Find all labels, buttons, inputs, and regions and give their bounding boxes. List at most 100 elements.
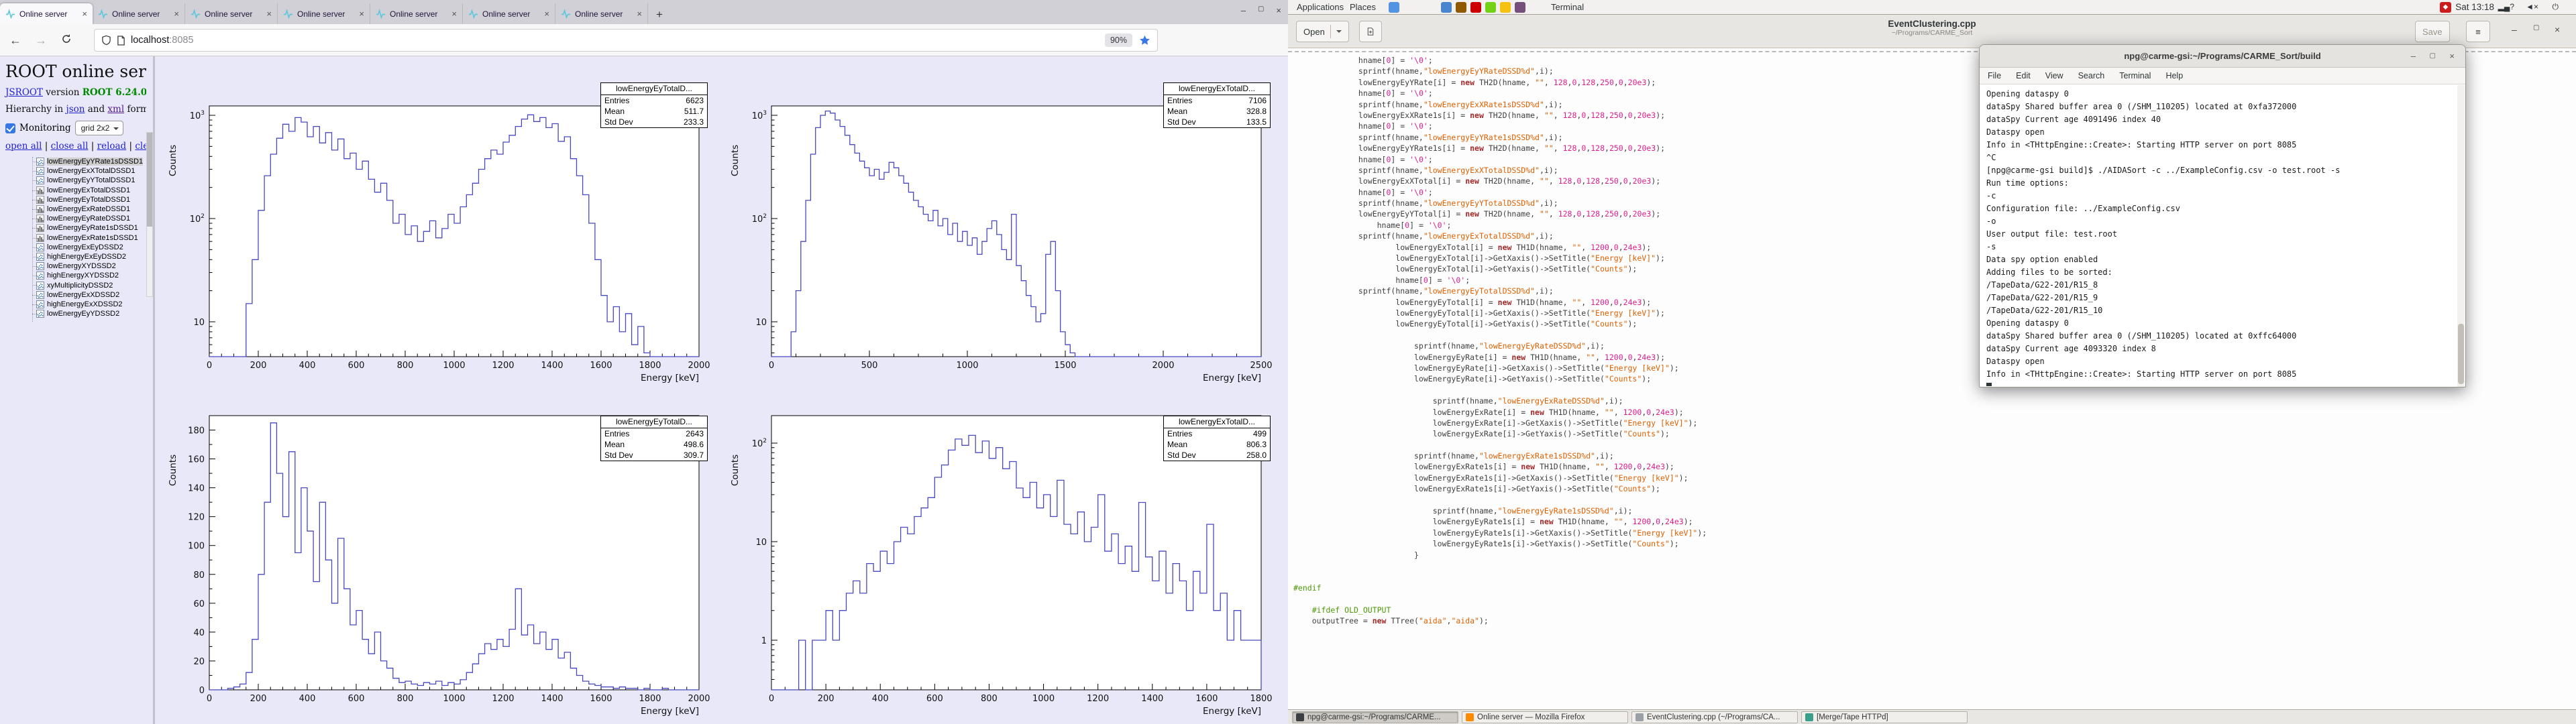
tab-close-icon[interactable]: × bbox=[544, 9, 549, 19]
browser-tab[interactable]: Online server × bbox=[555, 3, 648, 24]
tree-item[interactable]: lowEnergyExRate1sDSSD1 bbox=[5, 233, 146, 243]
stat-box[interactable]: lowEnergyExTotalD... Entries 499 Mean 806.3 S… bbox=[1163, 416, 1271, 461]
tree-item[interactable]: lowEnergyExEyDSSD2 bbox=[5, 243, 146, 252]
forward-button[interactable]: → bbox=[31, 30, 51, 50]
browser-tab[interactable]: Online server × bbox=[0, 3, 93, 24]
tab-close-icon[interactable]: × bbox=[266, 9, 272, 19]
tree-item[interactable]: highEnergyXYDSSD2 bbox=[5, 271, 146, 280]
maximize-icon[interactable]: ▢ bbox=[1258, 5, 1264, 15]
tree-item[interactable]: xyMultiplicityDSSD2 bbox=[5, 280, 146, 290]
page-info-icon[interactable] bbox=[117, 35, 125, 46]
layout-select[interactable]: grid 2x2 bbox=[74, 121, 124, 135]
terminal-menu-search[interactable]: Search bbox=[2078, 71, 2105, 80]
editor-menu-button[interactable]: ≡ bbox=[2466, 21, 2490, 42]
power-icon[interactable]: ⏻ bbox=[2553, 2, 2559, 12]
editor-close-icon[interactable]: × bbox=[2555, 24, 2560, 35]
tree-item[interactable]: lowEnergyExXTotalDSSD1 bbox=[5, 166, 146, 176]
tree-item[interactable]: lowEnergyEyYDSSD2 bbox=[5, 309, 146, 318]
browser-tab[interactable]: Online server × bbox=[463, 3, 555, 24]
jsroot-link[interactable]: JSROOT bbox=[5, 87, 43, 98]
terminal-menu-terminal[interactable]: Terminal bbox=[2119, 71, 2151, 80]
action-link-close-all[interactable]: close all bbox=[51, 141, 89, 152]
terminal-maximize-icon[interactable]: ▢ bbox=[2430, 45, 2436, 67]
tab-close-icon[interactable]: × bbox=[637, 9, 642, 19]
tree-item[interactable]: lowEnergyEyRateDSSD1 bbox=[5, 214, 146, 223]
zoom-level-badge[interactable]: 90% bbox=[1104, 34, 1132, 47]
tree-item[interactable]: lowEnergyExRateDSSD1 bbox=[5, 204, 146, 214]
save-button[interactable]: Save bbox=[2415, 21, 2450, 42]
action-link-reload[interactable]: reload bbox=[97, 141, 127, 152]
monitoring-checkbox[interactable] bbox=[5, 123, 15, 133]
browser-tab[interactable]: Online server × bbox=[185, 3, 278, 24]
volume-muted-icon[interactable]: ◄× bbox=[2526, 2, 2538, 11]
json-link[interactable]: json bbox=[66, 104, 85, 115]
stat-box[interactable]: lowEnergyEyTotalD... Entries 6623 Mean 511.7… bbox=[600, 82, 708, 128]
tree-item[interactable]: lowEnergyExXDSSD2 bbox=[5, 290, 146, 300]
terminal-menu-edit[interactable]: Edit bbox=[2016, 71, 2031, 80]
tree-item[interactable]: lowEnergyEyYRate1sDSSD1 bbox=[5, 157, 146, 166]
new-tab-button[interactable]: + bbox=[651, 7, 668, 24]
taskbar-item[interactable]: npg@carme-gsi:~/Programs/CARME... bbox=[1292, 711, 1458, 723]
tree-item[interactable]: highEnergyExXDSSD2 bbox=[5, 300, 146, 309]
launcher-icon-5[interactable] bbox=[1500, 2, 1511, 13]
focused-window-label[interactable]: Terminal bbox=[1551, 0, 1584, 14]
editor-maximize-icon[interactable]: ▢ bbox=[2533, 24, 2539, 32]
tree-item[interactable]: lowEnergyEyYTotalDSSD1 bbox=[5, 176, 146, 185]
launcher-icon-4[interactable] bbox=[1485, 2, 1496, 13]
tab-close-icon[interactable]: × bbox=[451, 9, 457, 19]
reload-button[interactable] bbox=[56, 30, 76, 50]
applications-menu[interactable]: Applications bbox=[1297, 0, 1344, 14]
browser-tab[interactable]: Online server × bbox=[370, 3, 463, 24]
terminal-close-icon[interactable]: × bbox=[2449, 45, 2455, 67]
open-dropdown-icon[interactable] bbox=[1336, 30, 1342, 36]
tree-item[interactable]: lowEnergyEyTotalDSSD1 bbox=[5, 195, 146, 204]
tree-item[interactable]: highEnergyExEyDSSD2 bbox=[5, 252, 146, 261]
taskbar-item[interactable]: EventClustering.cpp (~/Programs/CA... bbox=[1631, 711, 1798, 723]
terminal-output[interactable]: Opening dataspy 0 dataSpy Shared buffer a… bbox=[1980, 84, 2465, 386]
svg-text:180: 180 bbox=[188, 426, 205, 436]
launcher-icon-6[interactable] bbox=[1515, 2, 1525, 13]
back-button[interactable]: ← bbox=[5, 30, 25, 50]
open-button[interactable]: Open bbox=[1296, 21, 1349, 42]
root-canvas-area[interactable]: 0 200 400 600 800 1000 1200 1400 1600 1800 2000 10 1… bbox=[155, 56, 1288, 724]
close-icon[interactable]: × bbox=[1276, 5, 1281, 15]
tree-item[interactable]: lowEnergyExTotalDSSD1 bbox=[5, 186, 146, 195]
sidebar-scrollbar[interactable] bbox=[146, 132, 153, 297]
scrollbar-thumb[interactable] bbox=[147, 133, 152, 227]
stat-box[interactable]: lowEnergyExTotalD... Entries 7106 Mean 328.8… bbox=[1163, 82, 1271, 128]
tab-close-icon[interactable]: × bbox=[359, 9, 364, 19]
browser-tab[interactable]: Online server × bbox=[93, 3, 185, 24]
terminal-scrollbar[interactable] bbox=[2457, 85, 2465, 387]
stat-box[interactable]: lowEnergyEyTotalD... Entries 2643 Mean 498.6… bbox=[600, 416, 708, 461]
terminal-menu-view[interactable]: View bbox=[2045, 71, 2063, 80]
notification-icon[interactable]: ◆ bbox=[2440, 2, 2451, 13]
action-link-clear[interactable]: clear bbox=[135, 141, 146, 152]
tab-close-icon[interactable]: × bbox=[82, 9, 87, 19]
action-link-open-all[interactable]: open all bbox=[5, 141, 42, 152]
tree-item[interactable]: lowEnergyEyRate1sDSSD1 bbox=[5, 223, 146, 233]
taskbar-item[interactable]: [Merge/Tape HTTPd] bbox=[1801, 711, 1968, 723]
minimize-icon[interactable]: – bbox=[1241, 5, 1246, 15]
new-document-button[interactable] bbox=[1359, 21, 1382, 42]
places-menu[interactable]: Places bbox=[1350, 0, 1376, 14]
taskbar-item[interactable]: Online server — Mozilla Firefox bbox=[1462, 711, 1628, 723]
network-status-icon[interactable]: ▂▄? bbox=[2498, 2, 2514, 11]
shield-icon[interactable] bbox=[101, 35, 111, 46]
tree-item[interactable]: lowEnergyXYDSSD2 bbox=[5, 261, 146, 271]
xml-link[interactable]: xml bbox=[107, 104, 124, 115]
clock[interactable]: Sat 13:18 bbox=[2455, 0, 2494, 14]
launcher-icon-3[interactable] bbox=[1470, 2, 1481, 13]
tab-close-icon[interactable]: × bbox=[174, 9, 179, 19]
editor-minimize-icon[interactable]: – bbox=[2512, 24, 2517, 35]
launcher-icon-1[interactable] bbox=[1441, 2, 1452, 13]
file-manager-icon[interactable] bbox=[1389, 2, 1399, 13]
terminal-minimize-icon[interactable]: – bbox=[2411, 45, 2416, 67]
terminal-menu-file[interactable]: File bbox=[1988, 71, 2001, 80]
browser-tab[interactable]: Online server × bbox=[278, 3, 370, 24]
terminal-title-bar[interactable]: npg@carme-gsi:~/Programs/CARME_Sort/buil… bbox=[1980, 45, 2465, 68]
launcher-icon-2[interactable] bbox=[1456, 2, 1466, 13]
terminal-scrollbar-thumb[interactable] bbox=[2458, 324, 2464, 384]
url-bar[interactable]: localhost:8085 90% bbox=[94, 29, 1158, 52]
bookmark-star-icon[interactable] bbox=[1139, 35, 1150, 46]
terminal-menu-help[interactable]: Help bbox=[2165, 71, 2183, 80]
